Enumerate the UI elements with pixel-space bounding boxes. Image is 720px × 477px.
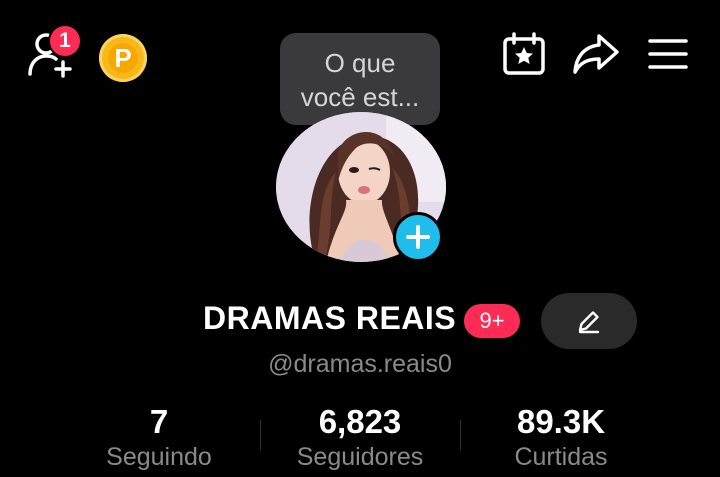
calendar-star-icon bbox=[503, 32, 545, 75]
menu-icon bbox=[648, 39, 688, 69]
menu-button[interactable] bbox=[646, 32, 690, 76]
plus-icon bbox=[406, 225, 430, 249]
following-count: 7 bbox=[149, 403, 169, 440]
status-bubble-line2: você est... bbox=[300, 82, 420, 112]
username: @dramas.reais0 bbox=[268, 350, 452, 378]
stat-likes[interactable]: 89.3K Curtidas bbox=[461, 402, 661, 472]
likes-count: 89.3K bbox=[516, 403, 606, 440]
followers-label: Seguidores bbox=[296, 443, 424, 471]
edit-profile-button[interactable] bbox=[541, 293, 637, 349]
coin-icon: P bbox=[108, 43, 138, 73]
followers-count: 6,823 bbox=[318, 403, 402, 440]
following-label: Seguindo bbox=[106, 443, 212, 471]
pencil-icon bbox=[578, 311, 600, 334]
status-bubble-line1: O que bbox=[324, 48, 396, 78]
coin-button[interactable]: P bbox=[99, 34, 147, 82]
level-badge[interactable]: 9+ bbox=[464, 304, 520, 338]
stat-followers[interactable]: 6,823 Seguidores bbox=[260, 402, 460, 472]
share-button[interactable] bbox=[570, 30, 622, 78]
likes-label: Curtidas bbox=[514, 443, 608, 471]
display-name: DRAMAS REAIS bbox=[203, 300, 457, 336]
stat-following[interactable]: 7 Seguindo bbox=[59, 402, 259, 472]
add-story-button[interactable] bbox=[393, 212, 443, 262]
calendar-button[interactable] bbox=[500, 30, 548, 78]
share-icon bbox=[573, 34, 619, 74]
notification-badge: 1 bbox=[48, 24, 82, 58]
